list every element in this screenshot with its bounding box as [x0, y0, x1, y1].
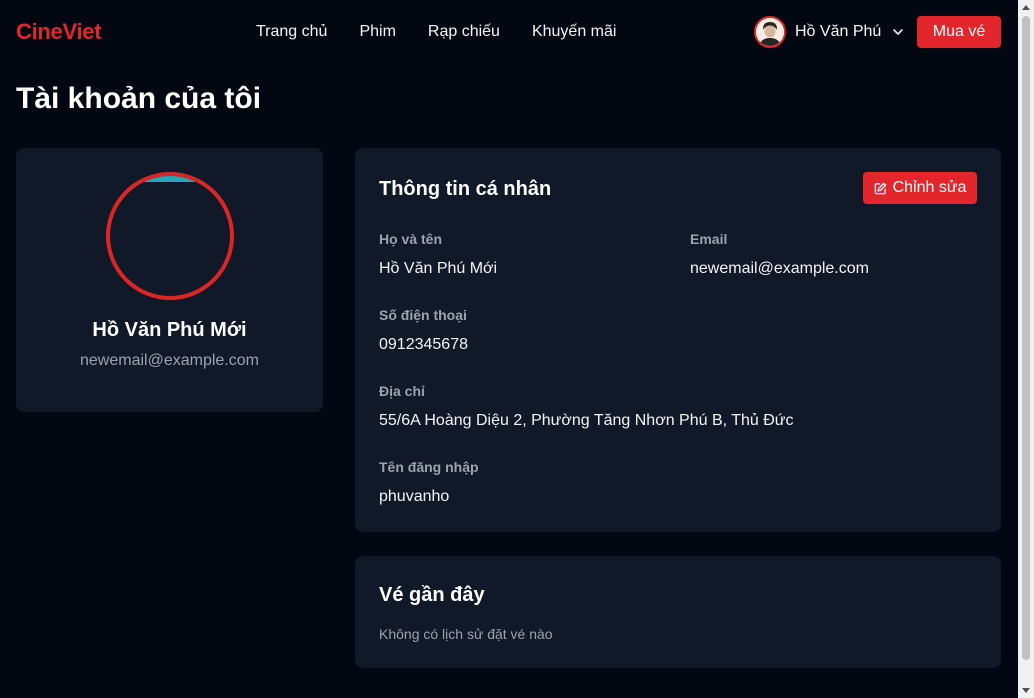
nav-link-promotions[interactable]: Khuyến mãi	[532, 23, 617, 41]
buy-ticket-button[interactable]: Mua vé	[917, 16, 1001, 48]
phone-label: Số điện thoại	[379, 307, 467, 323]
recent-tickets-card: Vé gần đây Không có lịch sử đặt vé nào	[355, 556, 1001, 668]
scrollbar-thumb[interactable]	[1022, 16, 1030, 660]
edit-icon	[874, 182, 886, 194]
scroll-up-arrow-icon[interactable]	[1022, 5, 1030, 10]
scroll-down-arrow-icon[interactable]	[1022, 688, 1030, 693]
user-menu[interactable]: Hồ Văn Phú	[754, 16, 904, 48]
username-value: phuvanho	[379, 488, 450, 505]
address-label: Địa chỉ	[379, 383, 425, 399]
chevron-down-icon	[893, 29, 904, 35]
edit-button[interactable]: Chỉnh sửa	[863, 172, 977, 204]
address-value: 55/6A Hoàng Diệu 2, Phường Tăng Nhơn Phú…	[379, 412, 794, 429]
full-name-value: Hồ Văn Phú Mới	[379, 260, 498, 277]
main-nav: Trang chủ Phim Rạp chiếu Khuyến mãi	[256, 23, 616, 41]
user-avatar-icon	[756, 18, 784, 46]
logo[interactable]: CineViet	[16, 19, 102, 45]
avatar	[754, 16, 786, 48]
profile-avatar	[106, 172, 234, 300]
scrollbar[interactable]	[1018, 0, 1034, 698]
phone-value: 0912345678	[379, 336, 468, 353]
email-label: Email	[690, 231, 728, 247]
profile-email: newemail@example.com	[80, 352, 259, 369]
full-name-label: Họ và tên	[379, 231, 443, 247]
empty-tickets-message: Không có lịch sử đặt vé nào	[379, 626, 553, 642]
edit-button-label: Chỉnh sửa	[892, 179, 967, 196]
personal-info-title: Thông tin cá nhân	[379, 178, 552, 200]
personal-info-card: Thông tin cá nhân Chỉnh sửa Họ và tên Hồ…	[355, 148, 1001, 532]
top-navbar: CineViet Trang chủ Phim Rạp chiếu Khuyến…	[0, 0, 1018, 64]
recent-tickets-title: Vé gần đây	[379, 584, 485, 606]
profile-card: Hồ Văn Phú Mới newemail@example.com	[16, 148, 323, 412]
nav-link-home[interactable]: Trang chủ	[256, 23, 327, 41]
profile-name: Hồ Văn Phú Mới	[92, 319, 247, 341]
user-name: Hồ Văn Phú	[795, 23, 882, 40]
email-value: newemail@example.com	[690, 260, 869, 277]
page-title: Tài khoản của tôi	[16, 82, 262, 115]
nav-link-movies[interactable]: Phim	[359, 23, 395, 41]
avatar-image-fragment	[140, 176, 200, 182]
nav-link-cinemas[interactable]: Rạp chiếu	[428, 23, 500, 41]
username-label: Tên đăng nhập	[379, 459, 479, 475]
